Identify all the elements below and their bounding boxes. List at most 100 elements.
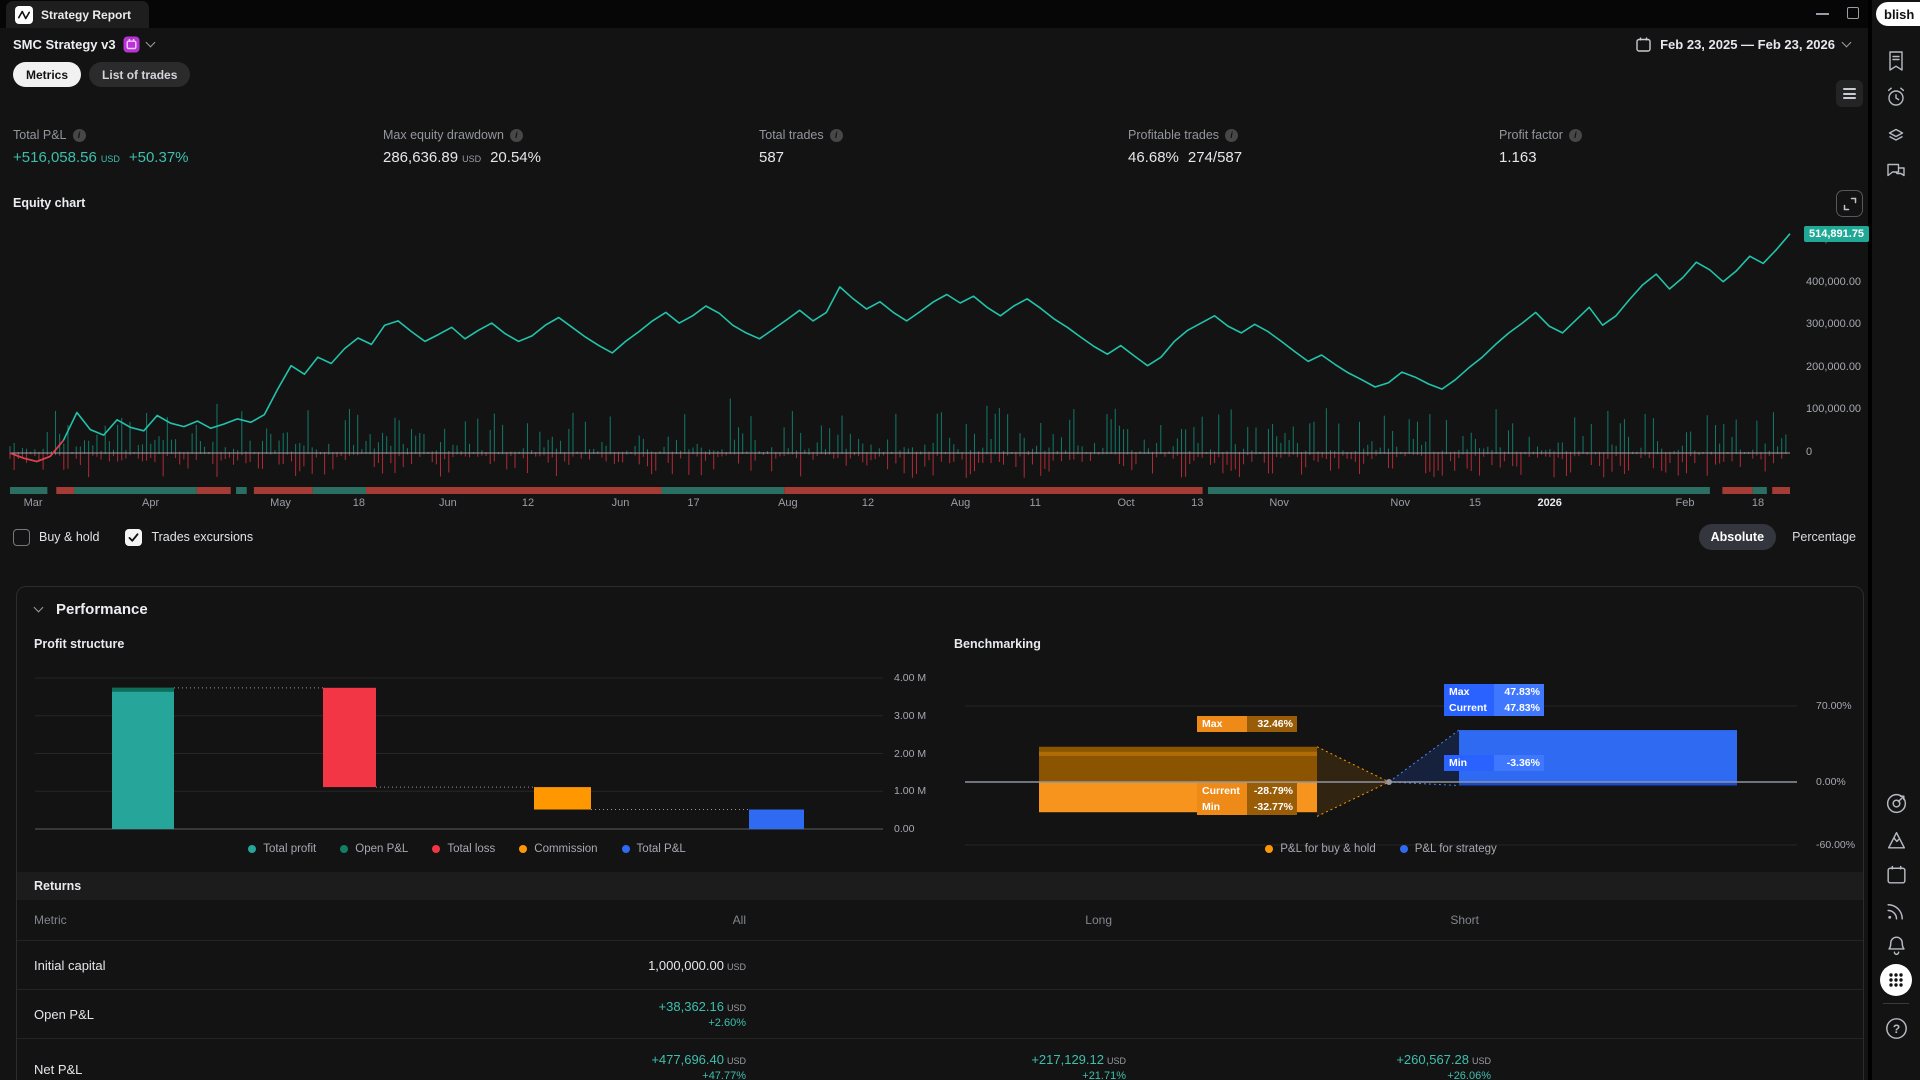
cell-all: +477,696.40USD +47.77% (501, 1039, 746, 1080)
info-icon[interactable]: i (73, 129, 86, 142)
x-tick-label: 18 (1752, 497, 1764, 509)
x-tick-label: 11 (1030, 497, 1041, 509)
stat-total-trades: Total tradesi 587 (759, 128, 843, 166)
maximize-button[interactable] (1847, 7, 1859, 19)
strategy-badge-icon (123, 36, 140, 53)
legend-item: P&L for buy & hold (1265, 843, 1375, 855)
svg-text:?: ? (1892, 1021, 1899, 1035)
minimize-button[interactable] (1816, 13, 1829, 15)
info-icon[interactable]: i (1569, 129, 1582, 142)
x-tick-label: Jun (612, 497, 630, 509)
info-icon[interactable]: i (1225, 129, 1238, 142)
stat-label: Profitable trades (1128, 128, 1219, 142)
help-icon[interactable]: ? (1883, 1015, 1909, 1041)
row-open-pnl[interactable]: Open P&L +38,362.16USD +2.60% (17, 990, 1863, 1039)
watchlist-icon[interactable] (1883, 48, 1909, 74)
cell-short: +260,567.28USD +26.06% (1246, 1039, 1491, 1080)
y-tick-label: 0.00 (894, 823, 914, 835)
equity-chart[interactable] (0, 212, 1800, 502)
calendar-icon[interactable] (1883, 862, 1909, 888)
collapse-chevron-icon[interactable] (34, 603, 44, 613)
tab-metrics[interactable]: Metrics (13, 62, 81, 87)
news-feed-icon[interactable] (1883, 897, 1909, 923)
screener-icon[interactable] (1883, 790, 1909, 816)
layers-icon[interactable] (1883, 122, 1909, 148)
checkbox-unchecked-icon[interactable] (13, 529, 30, 546)
ideas-icon[interactable] (1883, 827, 1909, 853)
returns-section-header[interactable]: Returns (17, 872, 1863, 900)
trades-excursions-checkbox[interactable]: Trades excursions (125, 529, 253, 546)
profit-structure-title: Profit structure (34, 637, 124, 651)
chat-icon[interactable] (1883, 158, 1909, 184)
x-tick-label: Aug (778, 497, 798, 509)
cell-long: +217,129.12USD +21.71% (881, 1039, 1126, 1080)
report-tabs: Metrics List of trades (13, 62, 190, 87)
stat-label: Profit factor (1499, 128, 1563, 142)
chevron-down-icon (145, 38, 155, 48)
x-tick-label: Aug (951, 497, 971, 509)
benchmarking-legend: P&L for buy & holdP&L for strategy (951, 843, 1811, 855)
x-tick-label: Nov (1390, 497, 1410, 509)
row-net-pnl[interactable]: Net P&L +477,696.40USD +47.77% +217,129.… (17, 1039, 1863, 1080)
percentage-button[interactable]: Percentage (1792, 530, 1858, 544)
buy-hold-checkbox[interactable]: Buy & hold (13, 529, 99, 546)
trades-excursions-label: Trades excursions (151, 530, 253, 544)
date-range-text: Feb 23, 2025 — Feb 23, 2026 (1660, 37, 1835, 52)
x-tick-label: Feb (1675, 497, 1694, 509)
apps-grid-icon[interactable] (1879, 963, 1913, 997)
stat-extra: 274/587 (1188, 149, 1242, 166)
x-tick-label: 13 (1191, 497, 1203, 509)
date-range-picker[interactable]: Feb 23, 2025 — Feb 23, 2026 (1635, 36, 1850, 53)
stat-value: 46.68% (1128, 149, 1179, 166)
buy-hold-label: Buy & hold (39, 530, 99, 544)
info-icon[interactable]: i (510, 129, 523, 142)
equity-x-axis: MarAprMay18Jun12Jun17Aug12Aug11Oct13NovN… (0, 497, 1800, 513)
stat-profit-factor: Profit factor i 1.163 (1499, 128, 1582, 166)
publish-button[interactable]: blish (1876, 2, 1920, 26)
y-tick-label: 0 (1806, 446, 1812, 458)
cell-all: +38,362.16USD +2.60% (501, 990, 746, 1038)
performance-header[interactable]: Performance (35, 601, 148, 618)
x-tick-label: 18 (353, 497, 365, 509)
y-tick-label: 300,000.00 (1806, 318, 1861, 330)
strategy-name: SMC Strategy v3 (13, 37, 116, 52)
sidebar-divider (1883, 1003, 1909, 1004)
tab-list-of-trades[interactable]: List of trades (89, 62, 190, 87)
expand-chart-button[interactable] (1836, 190, 1863, 217)
absolute-button[interactable]: Absolute (1699, 524, 1776, 550)
x-tick-label: 15 (1469, 497, 1481, 509)
stat-value: 1.163 (1499, 149, 1537, 166)
row-density-button[interactable] (1836, 80, 1863, 107)
y-tick-label: 400,000.00 (1806, 276, 1861, 288)
strategy-selector[interactable]: SMC Strategy v3 (13, 36, 154, 53)
strategy-min-badge: Min-3.36% (1444, 755, 1544, 771)
window-tab-bar: Strategy Report (0, 0, 1868, 28)
chart-controls: Buy & hold Trades excursions Absolute Pe… (0, 522, 1868, 552)
strategy-max-badge: Max47.83% (1444, 684, 1544, 700)
info-icon[interactable]: i (830, 129, 843, 142)
performance-title: Performance (56, 601, 148, 618)
legend-item: Total P&L (622, 843, 686, 855)
y-tick-label: 2.00 M (894, 748, 926, 760)
y-tick-label: -60.00% (1816, 839, 1855, 851)
x-tick-label: Mar (24, 497, 43, 509)
x-tick-label: Oct (1117, 497, 1134, 509)
notifications-bell-icon[interactable] (1883, 932, 1909, 958)
checkbox-checked-icon[interactable] (125, 529, 142, 546)
stat-label: Total trades (759, 128, 824, 142)
x-tick-label: 2026 (1537, 497, 1561, 509)
profit-structure-legend: Total profitOpen P&LTotal lossCommission… (17, 843, 917, 855)
alerts-clock-icon[interactable] (1883, 84, 1909, 110)
stat-label: Total P&L (13, 128, 67, 142)
metric-label: Net P&L (34, 1039, 82, 1080)
x-tick-label: Jun (439, 497, 457, 509)
strategy-report-window: Strategy Report SMC Strategy v3 Feb 23, … (0, 0, 1868, 1080)
strategy-current-badge: Current47.83% (1444, 700, 1544, 716)
legend-item: Commission (519, 843, 597, 855)
x-tick-label: May (270, 497, 291, 509)
stat-extra: +50.37% (129, 149, 189, 166)
tab-strategy-report[interactable]: Strategy Report (6, 1, 149, 28)
stat-value: 286,636.89 (383, 149, 458, 166)
buyhold-min-badge: Min-32.77% (1197, 799, 1297, 815)
row-initial-capital[interactable]: Initial capital 1,000,000.00USD (17, 941, 1863, 990)
